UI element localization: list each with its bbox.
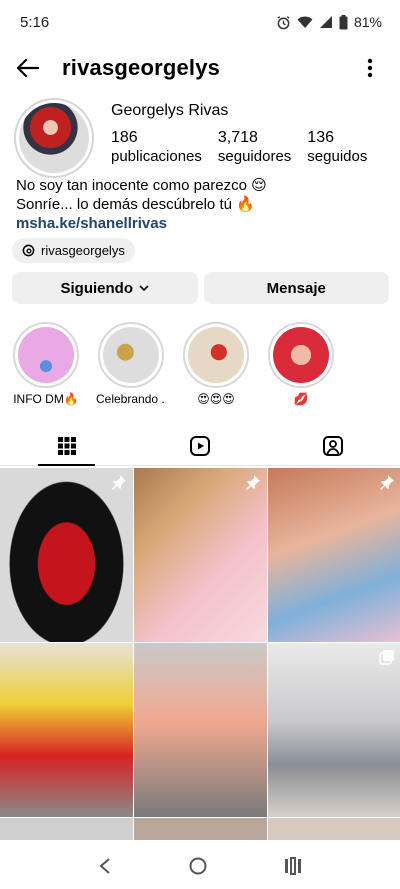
tab-tagged[interactable]: [267, 426, 400, 465]
pin-icon: [246, 475, 260, 490]
message-button[interactable]: Mensaje: [203, 272, 389, 304]
profile-header: rivasgeorgelys: [0, 44, 400, 92]
profile-section: Georgelys Rivas 186 publicaciones 3,718 …: [0, 94, 400, 178]
highlight-item[interactable]: 💋: [266, 322, 336, 406]
display-name: Georgelys Rivas: [111, 102, 229, 119]
stat-following[interactable]: 136 seguidos: [307, 128, 367, 166]
system-navigation-bar: [0, 843, 400, 889]
more-vertical-icon: [367, 58, 373, 78]
more-options-button[interactable]: [354, 52, 386, 84]
highlight-image: [18, 327, 74, 383]
highlight-image: [188, 327, 244, 383]
bio-link[interactable]: msha.ke/shanellrivas: [16, 214, 267, 233]
nav-back-icon[interactable]: [98, 857, 112, 875]
signal-icon: [319, 16, 332, 28]
post-thumbnail[interactable]: [134, 818, 267, 840]
pin-icon: [380, 475, 394, 490]
grid-icon: [57, 436, 76, 455]
post-thumbnail[interactable]: [134, 643, 267, 817]
battery-icon: [339, 14, 348, 29]
highlight-label: 😍😍😍: [197, 392, 235, 406]
bio: No soy tan inocente como parezco 😌 Sonrí…: [16, 176, 267, 233]
post-thumbnail[interactable]: [268, 643, 400, 817]
profile-stats: 186 publicaciones 3,718 seguidores 136 s…: [111, 128, 383, 166]
stat-followers-label: seguidores: [217, 148, 292, 165]
post-thumbnail[interactable]: [0, 468, 133, 642]
tagged-icon: [323, 435, 344, 456]
stat-posts[interactable]: 186 publicaciones: [111, 128, 202, 166]
highlight-image: [273, 327, 329, 383]
nav-home-icon[interactable]: [189, 857, 207, 875]
status-icons: 81%: [276, 14, 382, 30]
threads-handle: rivasgeorgelys: [41, 243, 125, 258]
pin-icon: [112, 475, 126, 490]
battery-level: 81%: [353, 14, 382, 30]
threads-badge[interactable]: rivasgeorgelys: [12, 238, 135, 263]
tab-posts[interactable]: [0, 426, 133, 466]
nav-recents-icon[interactable]: [284, 857, 302, 875]
reels-icon: [189, 435, 210, 456]
story-highlights: INFO DM🔥 Celebrando ... 😍😍😍 💋: [0, 322, 400, 412]
profile-actions: Siguiendo Mensaje: [12, 272, 389, 304]
post-thumbnail[interactable]: [268, 818, 400, 840]
highlight-label: 💋: [293, 392, 309, 406]
highlight-item[interactable]: 😍😍😍: [181, 322, 251, 406]
highlight-item[interactable]: Celebrando ...: [96, 322, 166, 406]
post-thumbnail[interactable]: [134, 468, 267, 642]
highlight-label: Celebrando ...: [96, 392, 166, 406]
stat-following-count: 136: [307, 129, 334, 146]
carousel-icon: [379, 650, 394, 665]
following-label: Siguiendo: [60, 279, 134, 297]
stat-followers-count: 3,718: [217, 129, 258, 146]
post-thumbnail[interactable]: [0, 643, 133, 817]
alarm-icon: [277, 15, 290, 29]
post-thumbnail[interactable]: [0, 818, 133, 840]
page-title: rivasgeorgelys: [62, 55, 221, 80]
back-arrow-icon: [16, 58, 40, 78]
stat-posts-label: publicaciones: [111, 148, 202, 165]
threads-icon: [22, 244, 35, 257]
chevron-down-icon: [139, 285, 149, 291]
stat-posts-count: 186: [111, 129, 138, 146]
status-bar: 5:16 81%: [0, 0, 400, 44]
stat-followers[interactable]: 3,718 seguidores: [218, 128, 291, 166]
message-label: Mensaje: [266, 279, 326, 297]
bio-line-2: Sonríe... lo demás descúbrelo tú 🔥: [16, 196, 255, 213]
post-thumbnail[interactable]: [268, 468, 400, 642]
content-tabs: [0, 426, 400, 466]
back-button[interactable]: [6, 46, 50, 90]
avatar-image: [19, 103, 89, 173]
highlight-image: [103, 327, 159, 383]
posts-grid: [0, 468, 400, 840]
wifi-icon: [297, 16, 313, 28]
highlight-item[interactable]: INFO DM🔥: [11, 322, 81, 406]
following-button[interactable]: Siguiendo: [12, 272, 198, 304]
tab-reels[interactable]: [133, 426, 266, 465]
stat-following-label: seguidos: [307, 148, 368, 165]
highlight-label: INFO DM🔥: [13, 392, 79, 406]
avatar[interactable]: [14, 98, 94, 178]
status-time: 5:16: [20, 13, 50, 31]
bio-line-1: No soy tan inocente como parezco 😌: [16, 177, 267, 194]
